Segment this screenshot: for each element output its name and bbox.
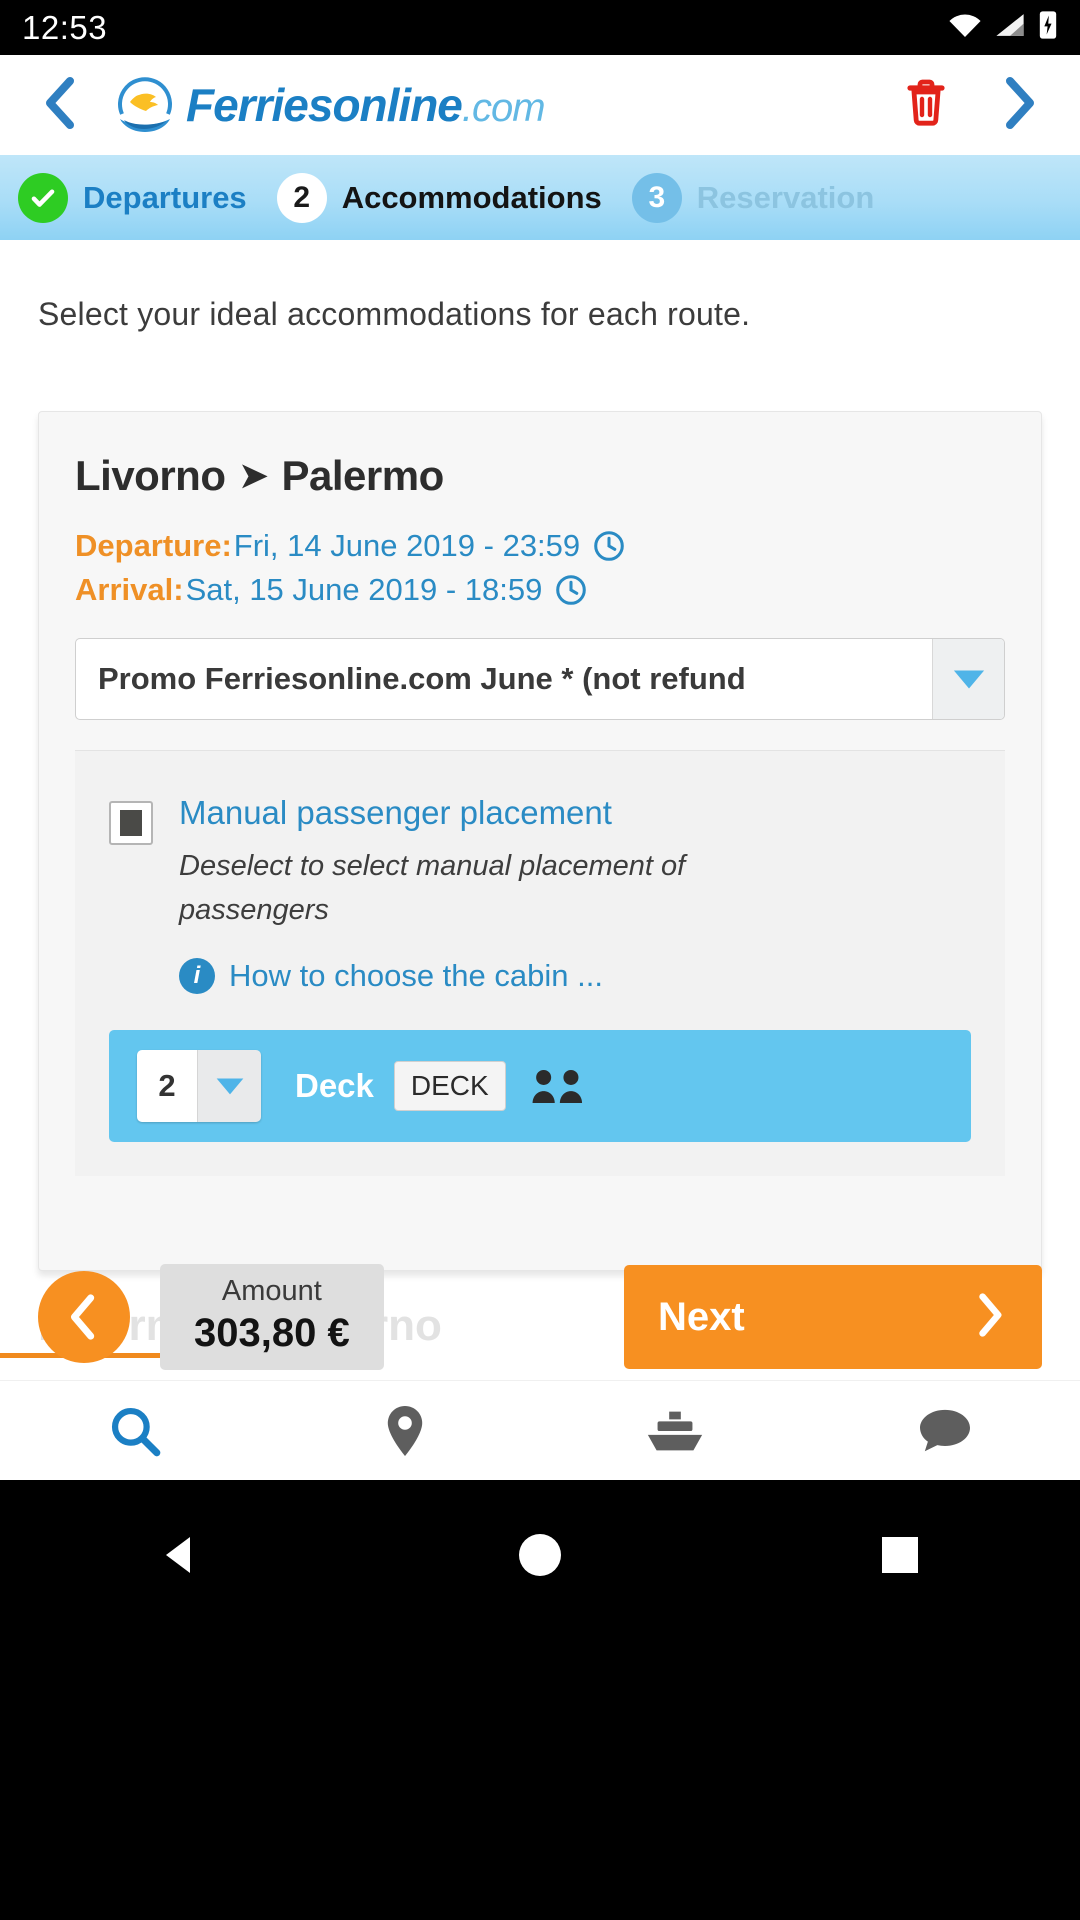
arrival-label: Arrival (75, 572, 174, 608)
departure-value: Fri, 14 June 2019 - 23:59 (233, 528, 581, 563)
status-bar: 12:53 (0, 0, 1080, 55)
header-back-button[interactable] (40, 76, 80, 134)
progress-stepper: Departures 2 Accommodations 3 Reservatio… (0, 155, 1080, 240)
wifi-icon (948, 12, 982, 43)
next-button-label: Next (658, 1294, 745, 1339)
two-passengers-icon (530, 1067, 588, 1105)
amount-label: Amount (221, 1274, 322, 1307)
status-time: 12:53 (22, 8, 108, 46)
battery-charging-icon (1038, 10, 1058, 45)
departure-colon: : (221, 528, 232, 563)
triangle-down-icon[interactable] (197, 1050, 261, 1123)
step-done-check-icon (18, 172, 68, 223)
next-button[interactable]: Next (624, 1265, 1042, 1369)
deck-quantity-value: 2 (137, 1050, 197, 1123)
fare-select[interactable]: Promo Ferriesonline.com June * (not refu… (75, 638, 1005, 721)
brand-logo[interactable]: Ferries online .com (114, 74, 546, 136)
step-label-accommodations: Accommodations (341, 179, 602, 215)
footer-action-bar: Amount 303,80 € Next (0, 1258, 1080, 1376)
how-to-choose-cabin-label: How to choose the cabin ... (229, 958, 603, 994)
manual-placement-checkbox[interactable] (109, 801, 153, 846)
logo-brand-text: Ferries (186, 79, 333, 131)
page-instruction: Select your ideal accommodations for eac… (38, 296, 751, 332)
chat-bubble-icon (920, 1409, 970, 1451)
amount-value: 303,80 € (194, 1311, 350, 1356)
dolphin-wave-logo-icon (114, 74, 176, 136)
route-times: Departure: Fri, 14 June 2019 - 23:59 Arr… (75, 524, 1005, 612)
app-header: Ferries online .com (0, 55, 1080, 155)
status-icon-group (948, 10, 1058, 45)
info-circle-icon: i (179, 958, 215, 995)
route-arrow-icon: ➤ (239, 457, 269, 495)
route-accommodation-card: Livorno ➤ Palermo Departure: Fri, 14 Jun… (38, 411, 1042, 1271)
manual-placement-row[interactable]: Manual passenger placement Deselect to s… (109, 794, 971, 995)
step-label-reservation: Reservation (696, 179, 875, 215)
step-number-3: 3 (631, 172, 682, 223)
manual-placement-hint: Deselect to select manual placement of p… (179, 850, 686, 926)
android-back-button[interactable] (0, 1533, 360, 1577)
square-recents-icon (882, 1537, 918, 1573)
placement-panel: Manual passenger placement Deselect to s… (75, 750, 1005, 1177)
step-accommodations[interactable]: 2 Accommodations (276, 172, 602, 223)
chevron-right-icon (970, 1292, 1008, 1342)
step-number-2: 2 (276, 172, 327, 223)
ship-icon (647, 1411, 703, 1450)
cellular-signal-icon (995, 12, 1025, 43)
arrival-colon: : (173, 572, 184, 608)
how-to-choose-cabin-link[interactable]: i How to choose the cabin ... (179, 958, 699, 995)
tab-ferries[interactable] (540, 1409, 810, 1453)
logo-tld-text: .com (461, 86, 546, 130)
manual-placement-title[interactable]: Manual passenger placement (179, 794, 699, 831)
arrival-line: Arrival: Sat, 15 June 2019 - 18:59 (75, 568, 1005, 612)
main-content: Select your ideal accommodations for eac… (0, 240, 1080, 1271)
header-forward-button[interactable] (1000, 76, 1040, 134)
tab-search[interactable] (0, 1404, 270, 1458)
route-origin: Livorno (75, 452, 226, 499)
android-recents-button[interactable] (720, 1537, 1080, 1573)
bottom-tab-bar (0, 1380, 1080, 1480)
deck-quantity-select[interactable]: 2 (137, 1050, 261, 1123)
tab-location[interactable] (270, 1403, 540, 1459)
deck-label: Deck (295, 1067, 374, 1105)
amount-summary: Amount 303,80 € (160, 1263, 384, 1371)
route-title: Livorno ➤ Palermo (75, 452, 1005, 500)
search-icon (111, 1407, 161, 1456)
triangle-back-icon (166, 1537, 190, 1573)
circle-home-icon (519, 1534, 561, 1576)
route-destination: Palermo (281, 452, 445, 499)
android-home-button[interactable] (360, 1534, 720, 1576)
location-pin-icon (387, 1405, 423, 1456)
trash-icon[interactable] (904, 78, 948, 133)
logo-brand-text-2: online (332, 79, 462, 131)
step-label-departures: Departures (83, 179, 247, 215)
android-navigation-bar (0, 1480, 1080, 1920)
previous-step-button[interactable] (38, 1271, 130, 1363)
clock-icon (555, 574, 587, 606)
tab-chat[interactable] (810, 1406, 1080, 1456)
arrival-value: Sat, 15 June 2019 - 18:59 (185, 572, 543, 608)
triangle-down-icon[interactable] (932, 639, 1004, 720)
clock-icon (593, 530, 625, 562)
departure-label: Departure (75, 528, 222, 563)
step-departures[interactable]: Departures (18, 172, 247, 223)
step-reservation[interactable]: 3 Reservation (631, 172, 875, 223)
deck-accommodation-row[interactable]: 2 Deck DECK (109, 1030, 971, 1143)
fare-select-value: Promo Ferriesonline.com June * (not refu… (98, 661, 746, 697)
checkbox-fill-icon (120, 810, 142, 837)
departure-line: Departure: Fri, 14 June 2019 - 23:59 (75, 524, 1005, 568)
deck-code-badge: DECK (393, 1061, 506, 1112)
